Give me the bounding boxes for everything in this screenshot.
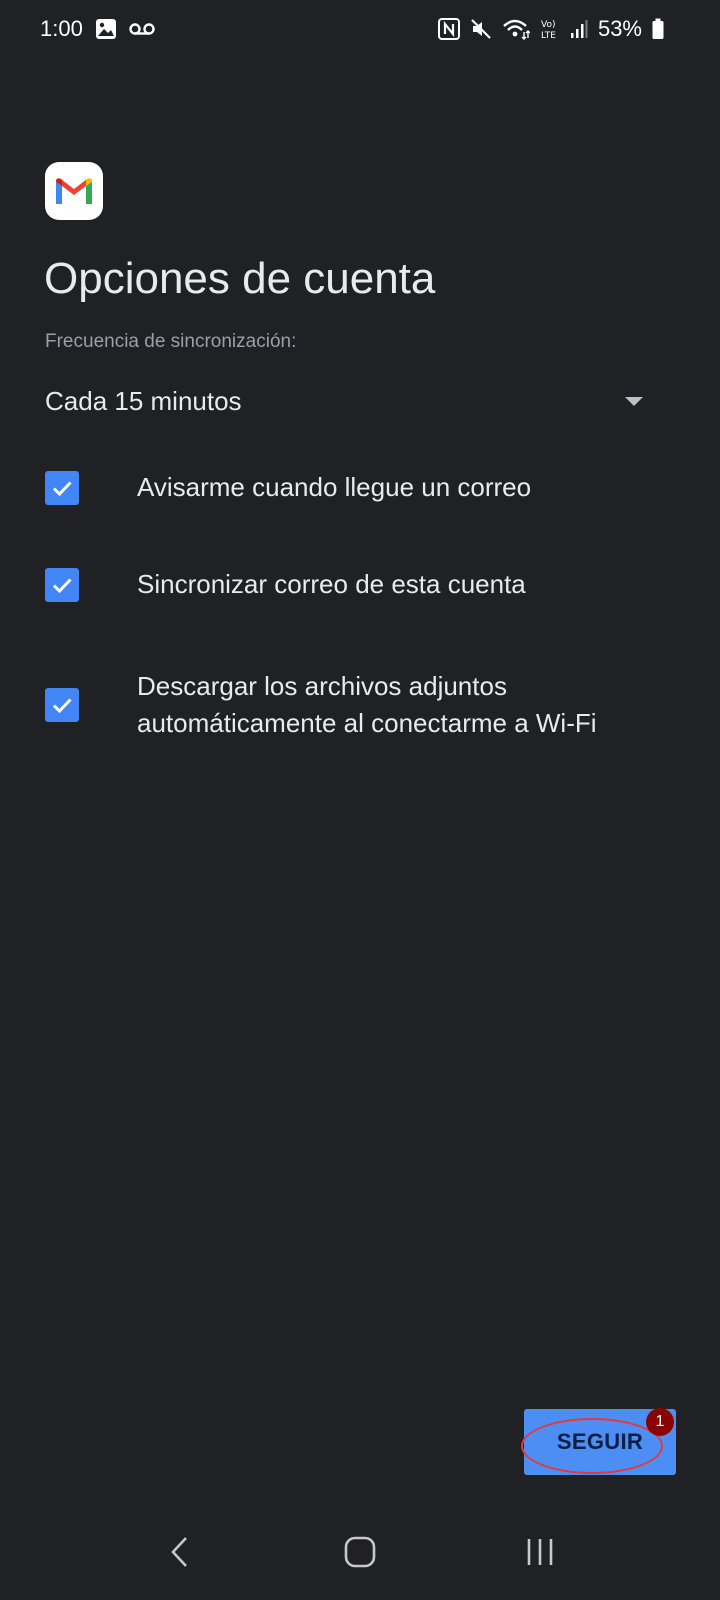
mute-icon	[470, 18, 492, 40]
home-button[interactable]	[320, 1512, 400, 1592]
option-notify-new-mail[interactable]: Avisarme cuando llegue un correo	[45, 469, 675, 506]
sync-frequency-value: Cada 15 minutos	[45, 385, 242, 416]
option-sync-mail[interactable]: Sincronizar correo de esta cuenta	[45, 566, 675, 603]
voicemail-icon	[129, 21, 155, 37]
gmail-logo	[45, 162, 103, 220]
volte-icon: Vo) LTE	[540, 18, 560, 40]
gmail-icon	[56, 178, 92, 204]
back-button[interactable]	[140, 1512, 220, 1592]
nfc-icon	[437, 18, 460, 40]
checkbox-notify-new-mail[interactable]	[45, 470, 79, 505]
back-icon	[171, 1537, 187, 1567]
check-icon	[52, 480, 72, 496]
status-time: 1:00	[40, 16, 83, 41]
sync-frequency-label: Frecuencia de sincronización:	[45, 331, 297, 352]
option-label: Avisarme cuando llegue un correo	[137, 472, 532, 502]
dropdown-arrow-icon	[625, 396, 643, 406]
status-bar-right: Vo) LTE 53%	[437, 16, 664, 42]
option-label: Descargar los archivos adjuntos automáti…	[137, 671, 597, 738]
recents-icon	[527, 1539, 553, 1565]
navigation-bar	[0, 1504, 720, 1600]
wifi-icon	[502, 18, 530, 40]
sync-frequency-dropdown[interactable]: Cada 15 minutos	[45, 374, 655, 428]
check-icon	[52, 577, 72, 593]
svg-text:LTE: LTE	[541, 31, 556, 40]
option-download-attachments[interactable]: Descargar los archivos adjuntos automáti…	[45, 668, 675, 742]
option-label: Sincronizar correo de esta cuenta	[137, 569, 526, 599]
recents-button[interactable]	[500, 1512, 580, 1592]
battery-icon	[652, 18, 664, 40]
battery-percent: 53%	[597, 16, 642, 41]
home-icon	[344, 1536, 376, 1568]
svg-text:Vo): Vo)	[541, 20, 555, 30]
check-icon	[52, 698, 72, 714]
gallery-icon	[95, 18, 117, 40]
annotation-badge: 1	[646, 1408, 674, 1436]
status-bar-left: 1:00	[40, 16, 155, 42]
status-bar: 1:00 Vo) LTE 53%	[0, 0, 720, 58]
signal-icon	[570, 19, 588, 39]
checkbox-sync-mail[interactable]	[45, 567, 79, 602]
page-title: Opciones de cuenta	[44, 254, 436, 303]
checkbox-download-attachments[interactable]	[45, 688, 79, 722]
